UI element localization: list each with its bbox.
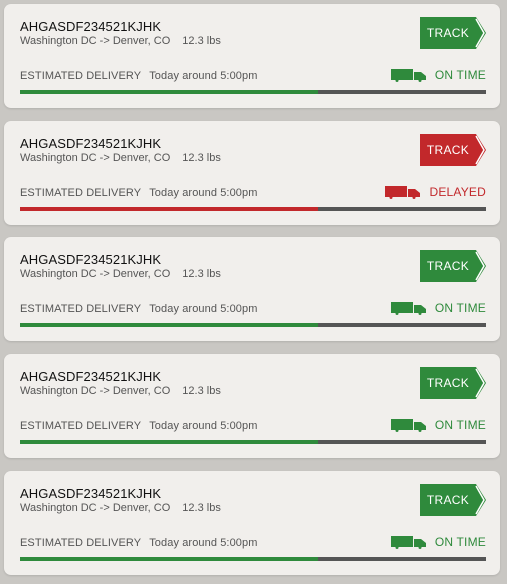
- delivery-status: ON TIME: [390, 300, 486, 316]
- track-button[interactable]: TRACK: [420, 17, 486, 49]
- route-info: Washington DC -> Denver, CO 12.3 lbs: [20, 268, 221, 280]
- delivery-progress-bar: [20, 323, 486, 327]
- truck-icon: [390, 419, 426, 432]
- status-text: ON TIME: [434, 535, 486, 549]
- estimated-delivery-value: Today around 5:00pm: [149, 70, 258, 82]
- estimated-delivery: ESTIMATED DELIVERY Today around 5:00pm: [20, 303, 258, 315]
- tracking-id: AHGASDF234521KJHK: [20, 486, 162, 501]
- estimated-delivery-value: Today around 5:00pm: [149, 187, 258, 199]
- status-text: DELAYED: [429, 185, 486, 199]
- package-weight: 12.3 lbs: [182, 385, 221, 397]
- progress-fill: [20, 90, 319, 94]
- shipment-card: AHGASDF234521KJHK Washington DC -> Denve…: [4, 4, 500, 108]
- package-weight: 12.3 lbs: [182, 502, 221, 514]
- estimated-delivery-label: ESTIMATED DELIVERY: [20, 187, 142, 199]
- status-text: ON TIME: [434, 301, 486, 315]
- delivery-status: ON TIME: [390, 67, 486, 83]
- estimated-delivery: ESTIMATED DELIVERY Today around 5:00pm: [20, 420, 258, 432]
- tracking-id: AHGASDF234521KJHK: [20, 19, 162, 34]
- tracking-id: AHGASDF234521KJHK: [20, 252, 162, 267]
- estimated-delivery-label: ESTIMATED DELIVERY: [20, 70, 142, 82]
- status-text: ON TIME: [434, 68, 486, 82]
- delivery-progress-bar: [20, 440, 486, 444]
- package-weight: 12.3 lbs: [182, 152, 221, 164]
- estimated-delivery: ESTIMATED DELIVERY Today around 5:00pm: [20, 70, 258, 82]
- route-info: Washington DC -> Denver, CO 12.3 lbs: [20, 35, 221, 47]
- shipment-card: AHGASDF234521KJHK Washington DC -> Denve…: [4, 471, 500, 575]
- track-button-label: TRACK: [426, 26, 470, 40]
- delivery-status: ON TIME: [390, 534, 486, 550]
- track-button-label: TRACK: [426, 259, 470, 273]
- route-text: Washington DC -> Denver, CO: [20, 35, 171, 47]
- route-info: Washington DC -> Denver, CO 12.3 lbs: [20, 502, 221, 514]
- tracking-id: AHGASDF234521KJHK: [20, 369, 162, 384]
- truck-icon: [390, 69, 426, 82]
- route-info: Washington DC -> Denver, CO 12.3 lbs: [20, 385, 221, 397]
- tracking-id: AHGASDF234521KJHK: [20, 136, 162, 151]
- shipment-card: AHGASDF234521KJHK Washington DC -> Denve…: [4, 354, 500, 458]
- estimated-delivery-value: Today around 5:00pm: [149, 303, 258, 315]
- route-text: Washington DC -> Denver, CO: [20, 152, 171, 164]
- route-info: Washington DC -> Denver, CO 12.3 lbs: [20, 152, 221, 164]
- track-button-label: TRACK: [426, 376, 470, 390]
- shipment-card: AHGASDF234521KJHK Washington DC -> Denve…: [4, 121, 500, 225]
- track-button[interactable]: TRACK: [420, 367, 486, 399]
- estimated-delivery-label: ESTIMATED DELIVERY: [20, 420, 142, 432]
- shipment-list: AHGASDF234521KJHK Washington DC -> Denve…: [0, 0, 507, 584]
- track-button[interactable]: TRACK: [420, 250, 486, 282]
- delivery-status: ON TIME: [390, 417, 486, 433]
- estimated-delivery-label: ESTIMATED DELIVERY: [20, 537, 142, 549]
- truck-icon: [390, 302, 426, 315]
- delivery-status: DELAYED: [385, 184, 486, 200]
- truck-icon: [385, 186, 421, 199]
- delivery-progress-bar: [20, 557, 486, 561]
- package-weight: 12.3 lbs: [182, 268, 221, 280]
- route-text: Washington DC -> Denver, CO: [20, 502, 171, 514]
- progress-fill: [20, 557, 319, 561]
- track-button-label: TRACK: [426, 493, 470, 507]
- track-button-label: TRACK: [426, 143, 470, 157]
- estimated-delivery: ESTIMATED DELIVERY Today around 5:00pm: [20, 187, 258, 199]
- progress-fill: [20, 207, 319, 211]
- delivery-progress-bar: [20, 207, 486, 211]
- progress-fill: [20, 440, 319, 444]
- shipment-card: AHGASDF234521KJHK Washington DC -> Denve…: [4, 237, 500, 341]
- truck-icon: [390, 536, 426, 549]
- estimated-delivery-value: Today around 5:00pm: [149, 420, 258, 432]
- route-text: Washington DC -> Denver, CO: [20, 385, 171, 397]
- progress-fill: [20, 323, 319, 327]
- package-weight: 12.3 lbs: [182, 35, 221, 47]
- track-button[interactable]: TRACK: [420, 484, 486, 516]
- track-button[interactable]: TRACK: [420, 134, 486, 166]
- estimated-delivery: ESTIMATED DELIVERY Today around 5:00pm: [20, 537, 258, 549]
- estimated-delivery-value: Today around 5:00pm: [149, 537, 258, 549]
- route-text: Washington DC -> Denver, CO: [20, 268, 171, 280]
- estimated-delivery-label: ESTIMATED DELIVERY: [20, 303, 142, 315]
- delivery-progress-bar: [20, 90, 486, 94]
- status-text: ON TIME: [434, 418, 486, 432]
